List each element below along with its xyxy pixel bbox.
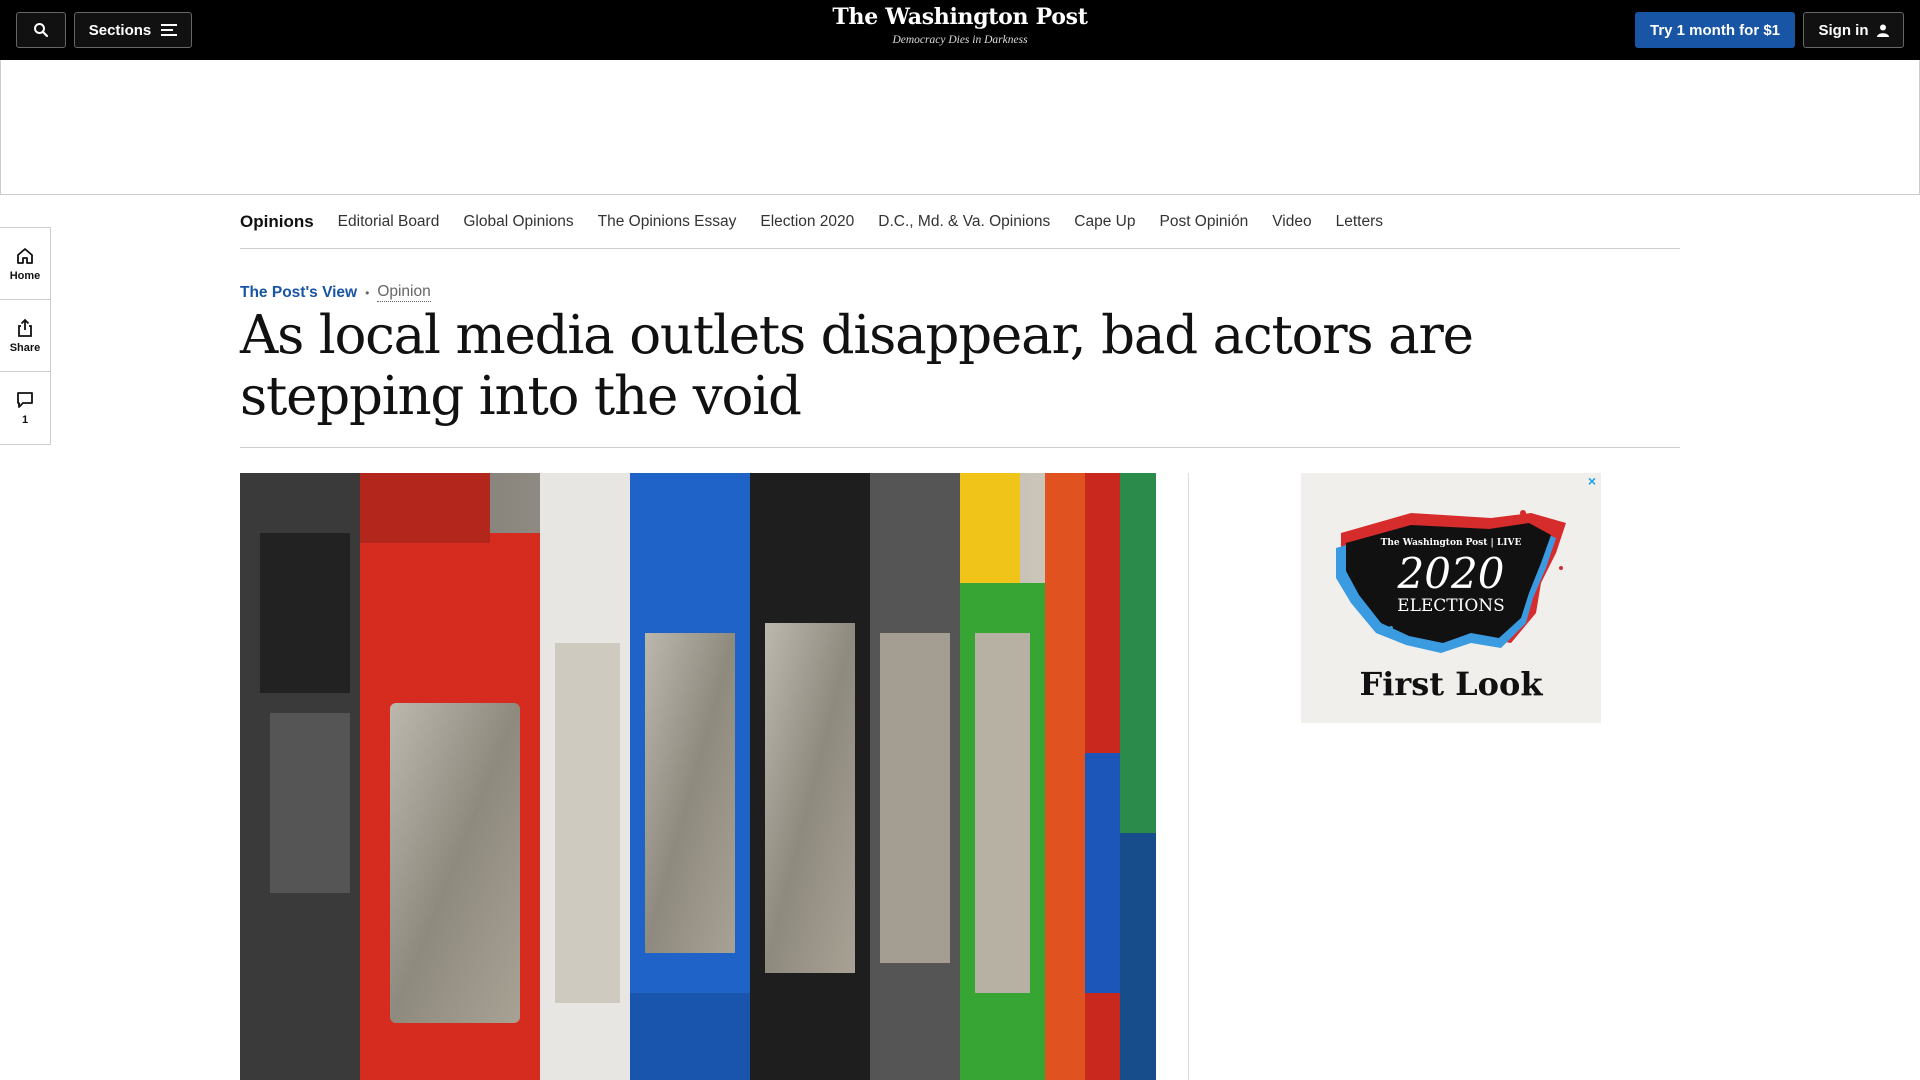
user-icon xyxy=(1876,24,1889,37)
section-nav-letters[interactable]: Letters xyxy=(1336,213,1383,231)
masthead[interactable]: The Washington Post Democracy Dies in Da… xyxy=(760,4,1160,46)
site-logo[interactable]: The Washington Post xyxy=(760,4,1160,30)
home-label: Home xyxy=(9,269,41,282)
section-nav-cape-up[interactable]: Cape Up xyxy=(1074,213,1135,231)
section-nav-post-opinion[interactable]: Post Opinión xyxy=(1159,213,1248,231)
kicker-separator: • xyxy=(365,285,370,300)
ad-close-icon[interactable]: × xyxy=(1584,473,1600,489)
share-label: Share xyxy=(9,341,41,354)
hamburger-menu-icon xyxy=(161,24,178,36)
search-button[interactable] xyxy=(16,12,66,48)
kicker-label[interactable]: The Post's View xyxy=(240,284,357,302)
us-map-illustration: The Washington Post | LIVE 2020 ELECTION… xyxy=(1336,510,1566,703)
section-nav-global-opinions[interactable]: Global Opinions xyxy=(463,213,573,231)
section-nav-video[interactable]: Video xyxy=(1272,213,1311,231)
ad-title: ELECTIONS xyxy=(1397,596,1505,616)
headline-divider xyxy=(240,447,1680,448)
share-icon xyxy=(18,318,32,337)
comment-count: 1 xyxy=(21,414,29,426)
subscribe-button[interactable]: Try 1 month for $1 xyxy=(1635,12,1795,48)
sign-in-button[interactable]: Sign in xyxy=(1803,12,1904,48)
election-ad[interactable]: The Washington Post | LIVE 2020 ELECTION… xyxy=(1301,473,1601,723)
home-button[interactable]: Home xyxy=(0,228,50,300)
ad-subtitle: First Look xyxy=(1359,665,1543,703)
ad-year: 2020 xyxy=(1397,549,1505,598)
section-nav: Opinions Editorial Board Global Opinions… xyxy=(240,196,1680,249)
newspaper-boxes-illustration xyxy=(240,473,1156,1080)
kicker-section[interactable]: Opinion xyxy=(377,283,431,302)
left-rail: Home Share 1 xyxy=(0,227,51,445)
sign-in-label: Sign in xyxy=(1818,21,1869,39)
section-nav-opinions-essay[interactable]: The Opinions Essay xyxy=(598,213,737,231)
home-icon xyxy=(17,247,33,264)
tagline: Democracy Dies in Darkness xyxy=(892,34,1028,46)
top-ad-slot xyxy=(0,60,1920,195)
section-nav-editorial-board[interactable]: Editorial Board xyxy=(338,213,440,231)
comments-button[interactable]: 1 xyxy=(0,372,50,444)
section-nav-election-2020[interactable]: Election 2020 xyxy=(760,213,854,231)
sections-label: Sections xyxy=(88,21,152,39)
ad-brand: The Washington Post | LIVE xyxy=(1381,538,1522,548)
section-nav-dc-md-va[interactable]: D.C., Md. & Va. Opinions xyxy=(878,213,1050,231)
column-divider xyxy=(1188,473,1189,1080)
hero-image[interactable] xyxy=(240,473,1156,1080)
sections-button[interactable]: Sections xyxy=(74,12,192,48)
share-button[interactable]: Share xyxy=(0,300,50,372)
search-icon xyxy=(34,23,49,38)
top-bar: Sections The Washington Post Democracy D… xyxy=(0,0,1920,60)
article-headline: As local media outlets disappear, bad ac… xyxy=(240,305,1474,427)
article-kicker: The Post's View • Opinion xyxy=(240,283,431,302)
section-nav-opinions[interactable]: Opinions xyxy=(240,212,314,232)
comment-icon xyxy=(17,392,33,408)
